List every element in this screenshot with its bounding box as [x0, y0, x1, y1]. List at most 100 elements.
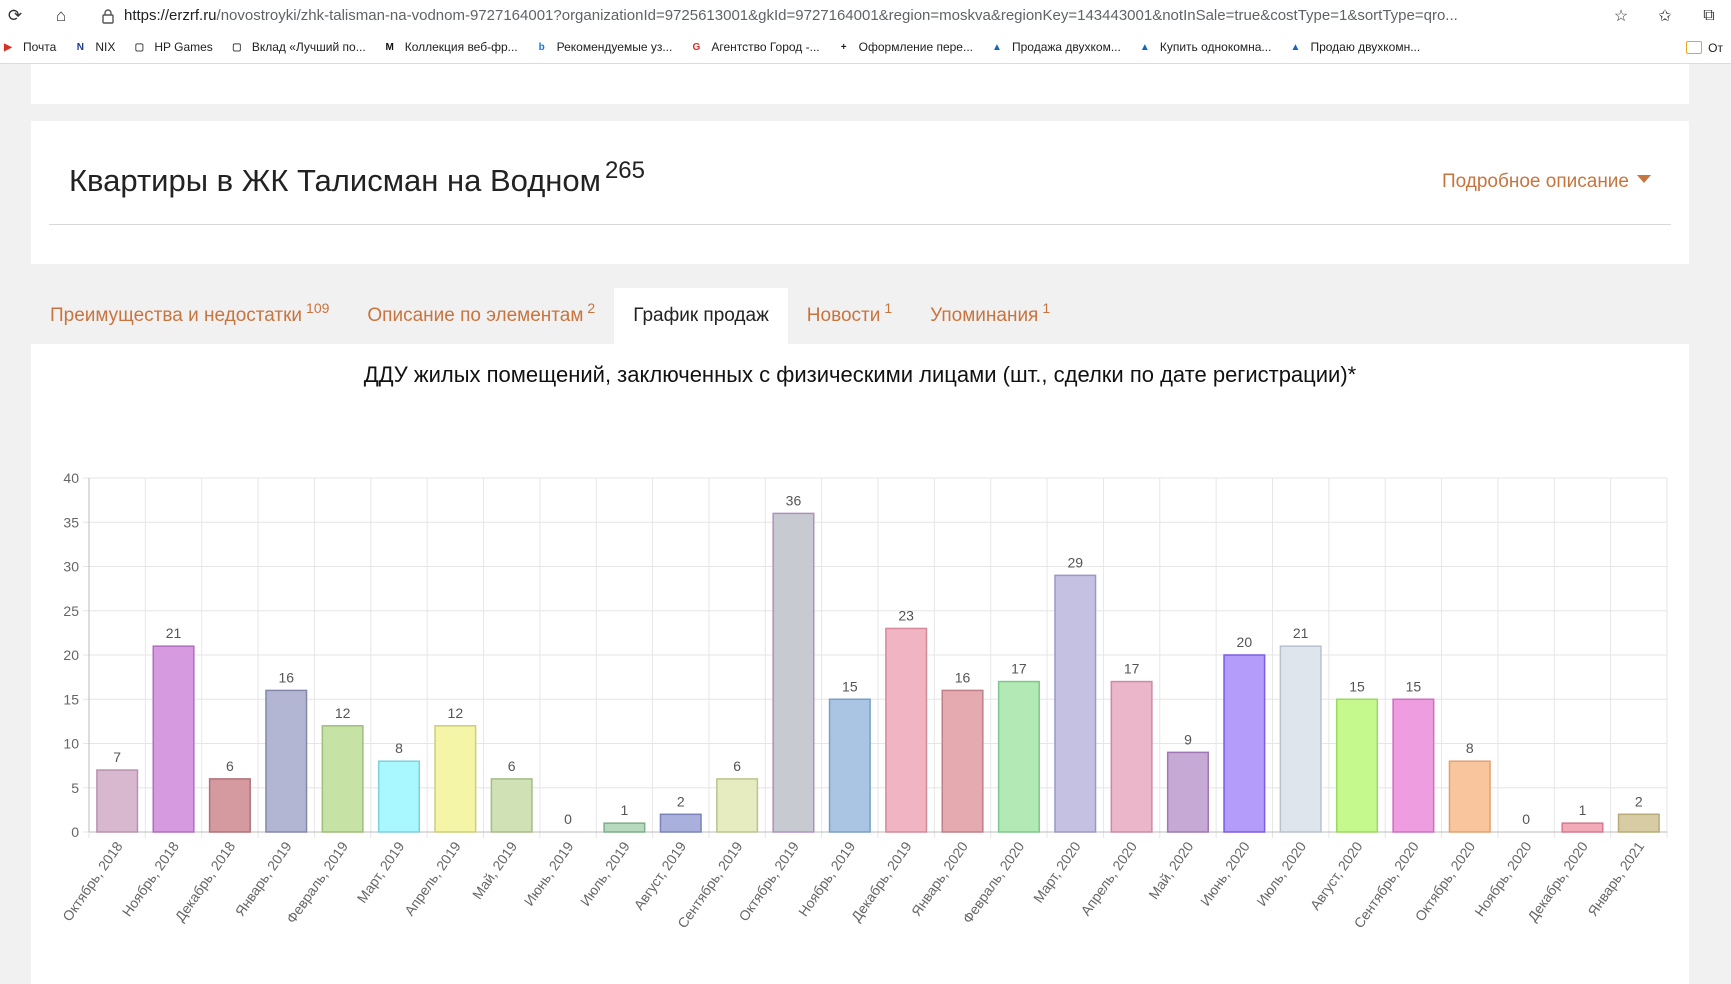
reload-icon[interactable]: ⟳ [0, 1, 30, 31]
bookmark-label: Рекомендуемые уз... [556, 40, 673, 54]
divider [49, 224, 1671, 225]
data-label: 17 [1011, 661, 1027, 677]
url-field[interactable]: https://erzrf.ru/novostroyki/zhk-talisma… [92, 3, 1632, 28]
tab-label: Упоминания [930, 305, 1039, 326]
home-icon[interactable]: ⌂ [46, 1, 76, 31]
data-label: 16 [278, 669, 294, 685]
data-label: 20 [1237, 634, 1253, 650]
bar [490, 778, 533, 833]
bookmark-item[interactable]: ▢ HP Games [123, 39, 220, 55]
x-tick-label: Январь, 2021 [1584, 838, 1647, 919]
y-tick-label: 10 [63, 736, 79, 752]
caret-down-icon [1637, 175, 1651, 183]
bing-icon: b [538, 41, 545, 53]
folder-icon [1686, 41, 1703, 54]
chart-card: 0 5 10 15 20 25 30 35 40 7 Октябрь, 2018 21 Ноябрь, … [31, 344, 1689, 984]
x-tick-label: Ноябрь, 2020 [1471, 838, 1534, 919]
tab-count: 109 [306, 300, 330, 316]
y-tick-label: 35 [63, 514, 79, 530]
data-label: 2 [677, 793, 685, 809]
page-icon: ▢ [232, 41, 242, 53]
data-label: 6 [226, 758, 234, 774]
details-link[interactable]: Подробное описание [1442, 171, 1651, 193]
bookmark-item[interactable]: ▲ Купить однокомна... [1129, 39, 1280, 55]
bar [941, 689, 984, 833]
bookmark-item[interactable]: M Коллекция веб-фр... [374, 39, 526, 55]
bookmark-item[interactable]: ▶ Почта [0, 39, 64, 55]
bar [208, 778, 251, 833]
tab-advantages[interactable]: Преимущества и недостатки 109 [31, 288, 348, 344]
data-label: 0 [1522, 811, 1530, 827]
data-label: 36 [786, 492, 802, 508]
y-tick-label: 15 [63, 691, 79, 707]
data-label: 15 [1406, 678, 1422, 694]
x-tick-label: Апрель, 2020 [1077, 838, 1140, 918]
x-tick-label: Декабрь, 2020 [1524, 838, 1591, 924]
bar [321, 725, 364, 833]
bar [1617, 813, 1660, 833]
avito-icon: ▲ [1290, 41, 1301, 53]
bookmark-item[interactable]: ▲ Продажа двухком... [981, 39, 1129, 55]
data-label: 6 [733, 758, 741, 774]
bookmark-item[interactable]: ▢ Вклад «Лучший по... [221, 39, 374, 55]
bar [1223, 654, 1266, 833]
bookmark-item[interactable]: N NIX [64, 39, 123, 55]
avito-icon: ▲ [1139, 41, 1150, 53]
data-label: 1 [1579, 802, 1587, 818]
data-label: 6 [508, 758, 516, 774]
x-tick-label: Февраль, 2020 [959, 838, 1027, 926]
bookmark-item[interactable]: ▲ Продаю двухкомн... [1279, 39, 1428, 55]
add-favorite-icon[interactable]: ☆ [1599, 6, 1643, 26]
x-tick-label: Май, 2020 [1145, 838, 1196, 902]
bookmarks-bar: ▶ Почта N NIX ▢ HP Games ▢ Вклад «Лучший по... M… [0, 31, 1731, 64]
bar [828, 698, 871, 833]
data-label: 17 [1124, 661, 1140, 677]
page-icon: ▢ [134, 41, 145, 53]
data-label: 12 [448, 705, 464, 721]
tab-count: 1 [884, 300, 893, 316]
data-label: 12 [335, 705, 351, 721]
y-tick-label: 0 [71, 824, 79, 840]
data-label: 15 [842, 678, 858, 694]
page-title: Квартиры в ЖК Талисман на Водном 265 [69, 157, 645, 199]
y-tick-label: 25 [63, 603, 79, 619]
bar [434, 725, 477, 833]
bookmark-label: Вклад «Лучший по... [251, 40, 366, 54]
top-card [31, 64, 1689, 104]
bar [603, 822, 646, 833]
tab-sales-chart[interactable]: График продаж [614, 288, 788, 344]
tab-label: Новости [806, 305, 881, 326]
x-tick-label: Август, 2020 [1307, 838, 1366, 912]
bookmark-label: Оформление пере... [858, 40, 973, 54]
tab-elements[interactable]: Описание по элементам 2 [348, 288, 614, 344]
sales-bar-chart: 05101520253035407Октябрь, 201821Ноябрь, … [59, 470, 1668, 931]
data-label: 8 [1466, 740, 1474, 756]
x-tick-label: Июль, 2020 [1253, 838, 1309, 908]
lock-icon[interactable] [100, 8, 116, 24]
collections-icon[interactable]: ⧉ [1687, 7, 1731, 25]
data-label: 15 [1349, 678, 1365, 694]
x-tick-label: Апрель, 2019 [401, 838, 464, 918]
bar [1279, 645, 1322, 833]
bookmark-item[interactable]: G Агентство Город -... [680, 39, 827, 55]
favorites-icon[interactable]: ✩ [1643, 6, 1687, 26]
avito-icon: ▲ [992, 41, 1002, 53]
bar [1110, 680, 1153, 833]
other-bookmarks-label: От [1708, 40, 1723, 55]
bar [265, 689, 308, 833]
data-label: 0 [564, 811, 572, 827]
x-tick-label: Октябрь, 2018 [59, 838, 126, 924]
x-tick-label: Февраль, 2019 [283, 838, 351, 926]
url-path: /novostroyki/zhk-talisman-na-vodnom-9727… [216, 7, 1458, 24]
tab-news[interactable]: Новости 1 [788, 288, 911, 344]
bookmark-item[interactable]: b Рекомендуемые уз... [526, 39, 681, 55]
x-tick-label: Май, 2019 [469, 838, 520, 902]
bar [659, 813, 702, 833]
y-tick-label: 30 [63, 559, 79, 575]
x-tick-label: Январь, 2019 [232, 838, 295, 919]
data-label: 29 [1067, 554, 1083, 570]
other-bookmarks[interactable]: От [1686, 31, 1731, 64]
chart-title: ДДУ жилых помещений, заключенных с физич… [363, 362, 1357, 387]
tab-mentions[interactable]: Упоминания 1 [911, 288, 1069, 344]
bookmark-item[interactable]: + Оформление пере... [828, 39, 981, 55]
